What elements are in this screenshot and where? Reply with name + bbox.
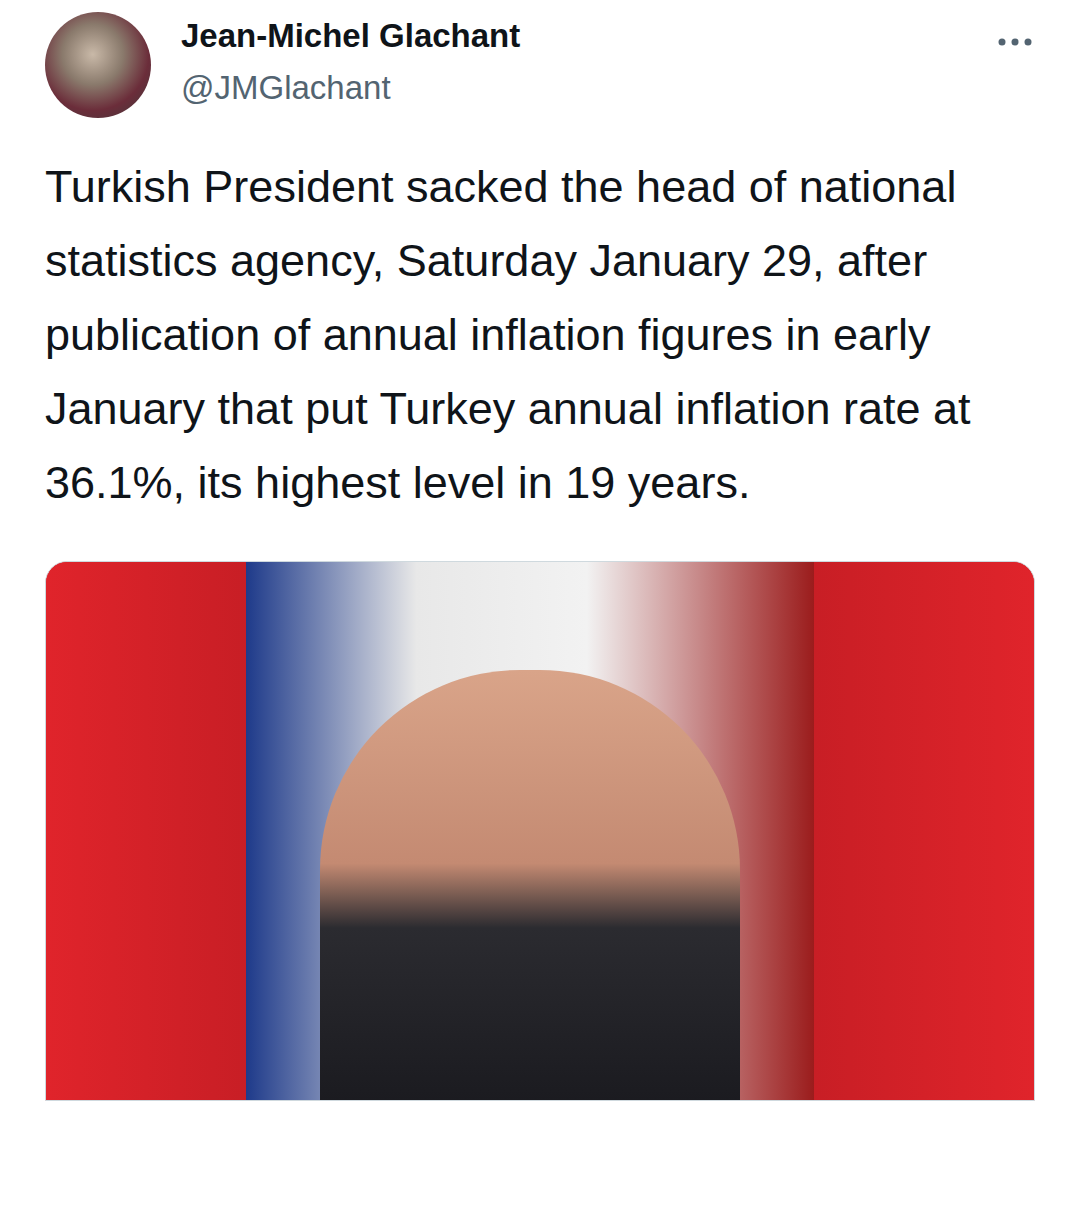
- author-info: Jean-Michel Glachant @JMGlachant: [181, 12, 995, 110]
- author-name[interactable]: Jean-Michel Glachant: [181, 14, 995, 58]
- tweet-photo[interactable]: [45, 561, 1035, 1101]
- author-handle[interactable]: @JMGlachant: [181, 66, 995, 110]
- person-figure: [320, 670, 740, 1100]
- avatar-icon[interactable]: [45, 12, 151, 118]
- tweet-header: Jean-Michel Glachant @JMGlachant: [0, 0, 1080, 118]
- flag-left: [46, 562, 246, 1100]
- more-icon[interactable]: [995, 22, 1035, 62]
- flag-right: [814, 562, 1034, 1100]
- tweet-text: Turkish President sacked the head of nat…: [0, 150, 1040, 520]
- tweet-card: Jean-Michel Glachant @JMGlachant Turkish P…: [0, 0, 1080, 1101]
- flag-middle: [246, 562, 814, 1100]
